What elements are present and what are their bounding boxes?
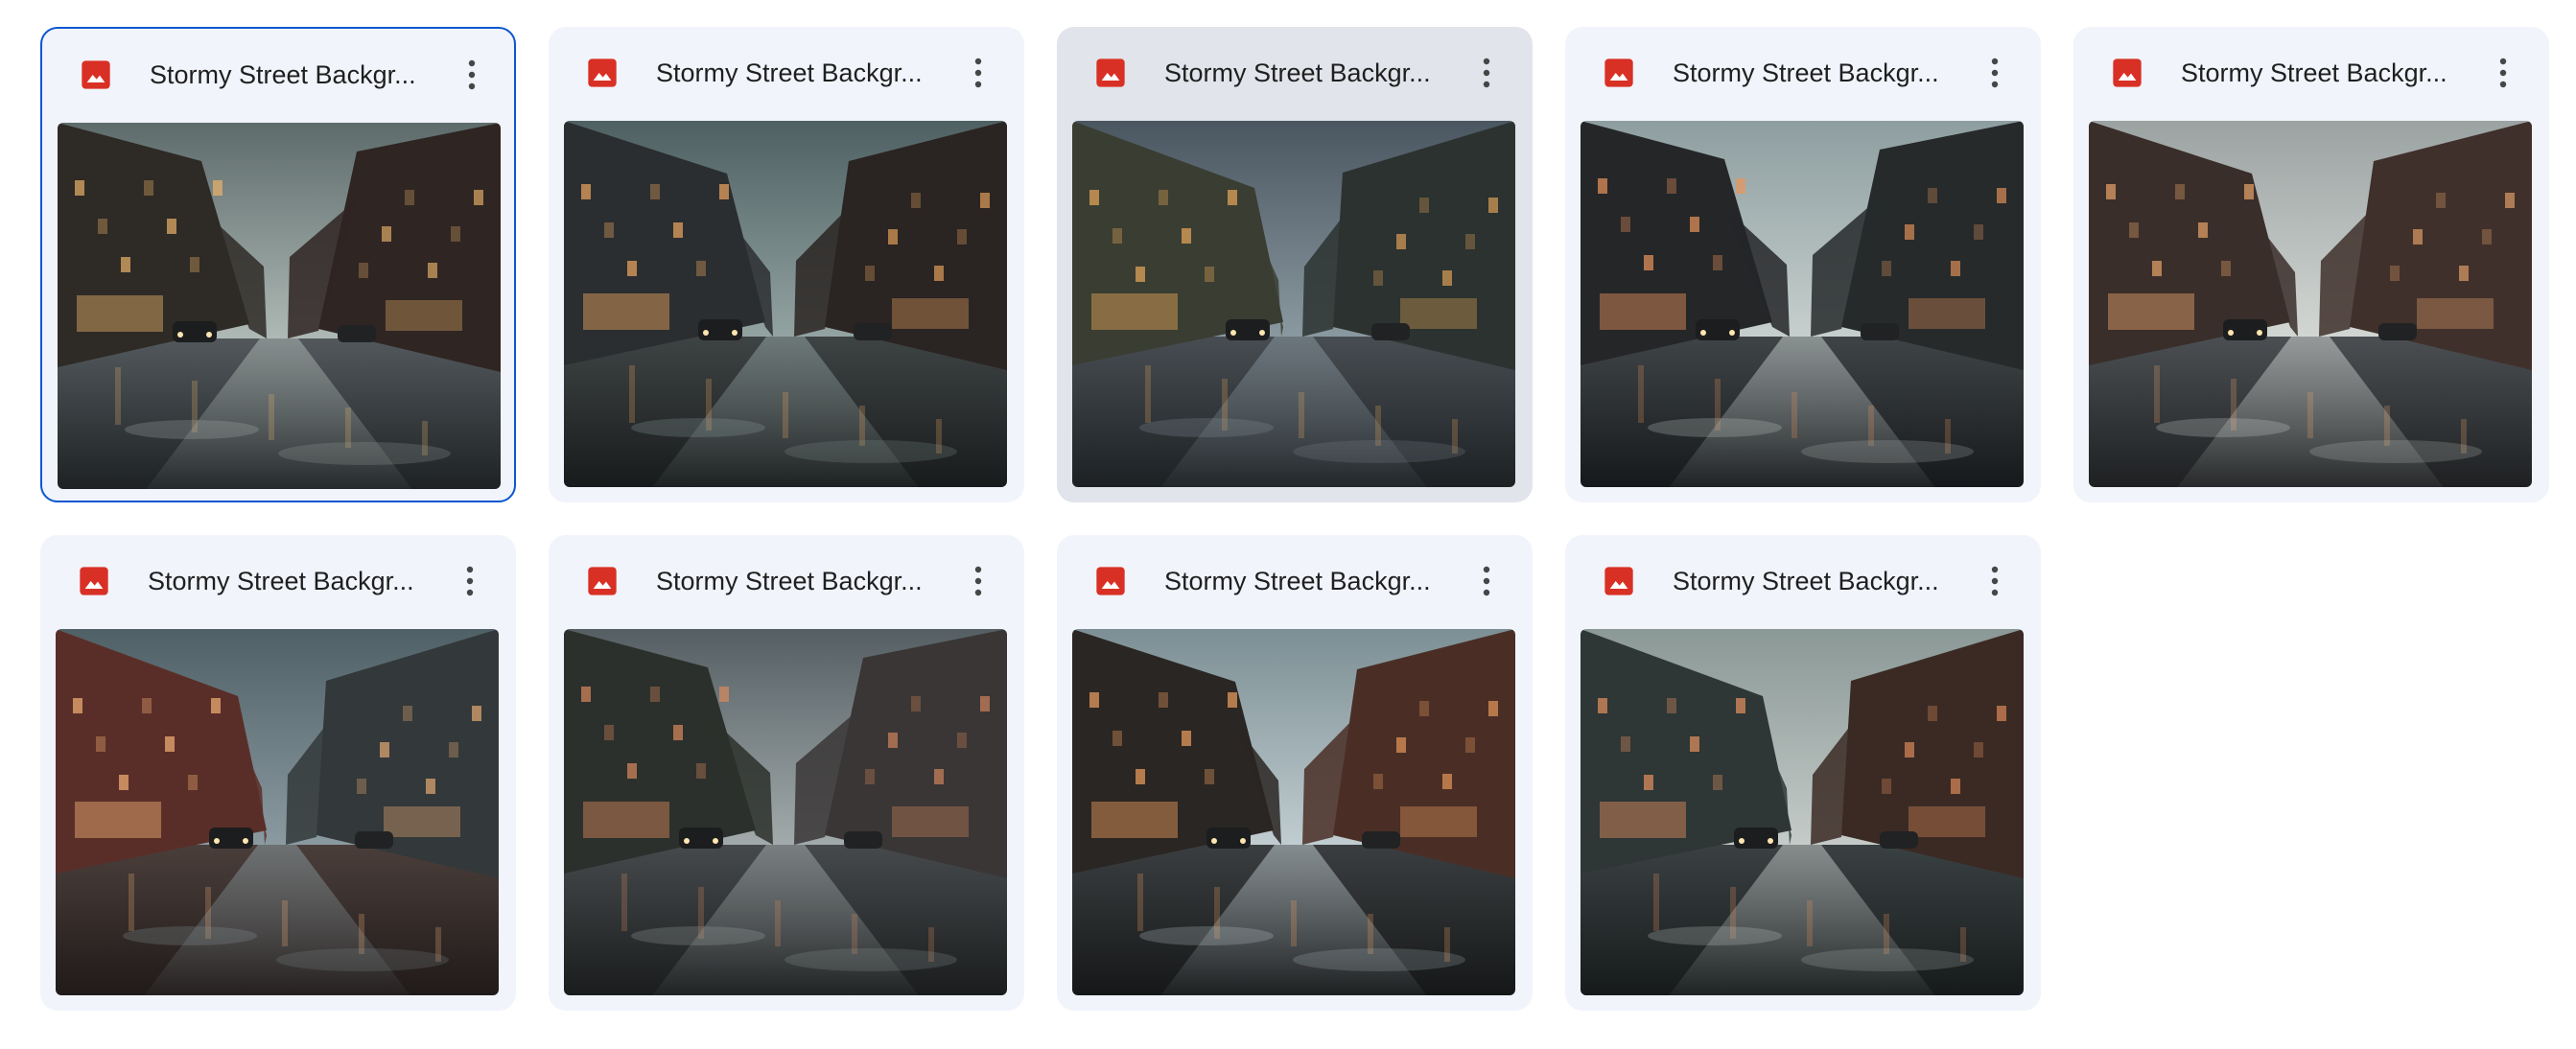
more-actions-button[interactable] bbox=[2480, 50, 2526, 96]
file-card-header: Stormy Street Backgr... bbox=[42, 29, 518, 121]
file-grid: Stormy Street Backgr... Stormy Street Bac… bbox=[40, 27, 2549, 1011]
image-thumbnail[interactable] bbox=[564, 629, 1007, 995]
file-name: Stormy Street Backgr... bbox=[1164, 567, 1431, 595]
more-actions-button[interactable] bbox=[1972, 50, 2018, 96]
more-actions-button[interactable] bbox=[1464, 558, 1510, 604]
more-actions-button[interactable] bbox=[955, 558, 1001, 604]
more-actions-button[interactable] bbox=[1972, 558, 2018, 604]
file-name: Stormy Street Backgr... bbox=[656, 58, 923, 87]
file-card-header: Stormy Street Backgr... bbox=[40, 535, 516, 627]
image-file-icon bbox=[1095, 58, 1126, 88]
file-card[interactable]: Stormy Street Backgr... bbox=[549, 27, 1024, 502]
file-card[interactable]: Stormy Street Backgr... bbox=[1565, 535, 2041, 1011]
more-vertical-icon bbox=[1483, 566, 1490, 596]
image-file-icon bbox=[79, 566, 109, 596]
more-vertical-icon bbox=[1991, 566, 1999, 596]
file-card[interactable]: Stormy Street Backgr... bbox=[1565, 27, 2041, 502]
more-vertical-icon bbox=[466, 566, 474, 596]
file-name: Stormy Street Backgr... bbox=[1164, 58, 1431, 87]
image-file-icon bbox=[1604, 566, 1634, 596]
file-name: Stormy Street Backgr... bbox=[1673, 567, 1939, 595]
file-card-header: Stormy Street Backgr... bbox=[2073, 27, 2549, 119]
image-thumbnail[interactable] bbox=[2089, 121, 2532, 487]
more-vertical-icon bbox=[1991, 58, 1999, 88]
more-actions-button[interactable] bbox=[449, 52, 495, 98]
more-vertical-icon bbox=[974, 58, 982, 88]
more-vertical-icon bbox=[974, 566, 982, 596]
file-card[interactable]: Stormy Street Backgr... bbox=[1057, 27, 1533, 502]
file-card[interactable]: Stormy Street Backgr... bbox=[40, 27, 516, 502]
file-card[interactable]: Stormy Street Backgr... bbox=[1057, 535, 1533, 1011]
file-name: Stormy Street Backgr... bbox=[1673, 58, 1939, 87]
file-card-header: Stormy Street Backgr... bbox=[1565, 535, 2041, 627]
file-card-header: Stormy Street Backgr... bbox=[549, 27, 1024, 119]
image-thumbnail[interactable] bbox=[1581, 121, 2024, 487]
image-file-icon bbox=[1095, 566, 1126, 596]
file-card-header: Stormy Street Backgr... bbox=[549, 535, 1024, 627]
image-thumbnail[interactable] bbox=[56, 629, 499, 995]
file-name: Stormy Street Backgr... bbox=[656, 567, 923, 595]
image-thumbnail[interactable] bbox=[1072, 121, 1515, 487]
file-card[interactable]: Stormy Street Backgr... bbox=[549, 535, 1024, 1011]
more-vertical-icon bbox=[468, 59, 476, 90]
file-card-header: Stormy Street Backgr... bbox=[1565, 27, 2041, 119]
file-card-header: Stormy Street Backgr... bbox=[1057, 535, 1533, 627]
image-file-icon bbox=[81, 59, 111, 90]
more-actions-button[interactable] bbox=[1464, 50, 1510, 96]
more-vertical-icon bbox=[2499, 58, 2507, 88]
image-thumbnail[interactable] bbox=[564, 121, 1007, 487]
file-name: Stormy Street Backgr... bbox=[150, 60, 416, 89]
image-file-icon bbox=[2112, 58, 2143, 88]
image-file-icon bbox=[1604, 58, 1634, 88]
more-actions-button[interactable] bbox=[955, 50, 1001, 96]
image-file-icon bbox=[587, 566, 618, 596]
image-thumbnail[interactable] bbox=[1072, 629, 1515, 995]
image-thumbnail[interactable] bbox=[1581, 629, 2024, 995]
file-card[interactable]: Stormy Street Backgr... bbox=[2073, 27, 2549, 502]
image-thumbnail[interactable] bbox=[58, 123, 501, 489]
file-card-header: Stormy Street Backgr... bbox=[1057, 27, 1533, 119]
image-file-icon bbox=[587, 58, 618, 88]
file-card[interactable]: Stormy Street Backgr... bbox=[40, 535, 516, 1011]
file-name: Stormy Street Backgr... bbox=[148, 567, 414, 595]
more-actions-button[interactable] bbox=[447, 558, 493, 604]
file-name: Stormy Street Backgr... bbox=[2181, 58, 2447, 87]
more-vertical-icon bbox=[1483, 58, 1490, 88]
